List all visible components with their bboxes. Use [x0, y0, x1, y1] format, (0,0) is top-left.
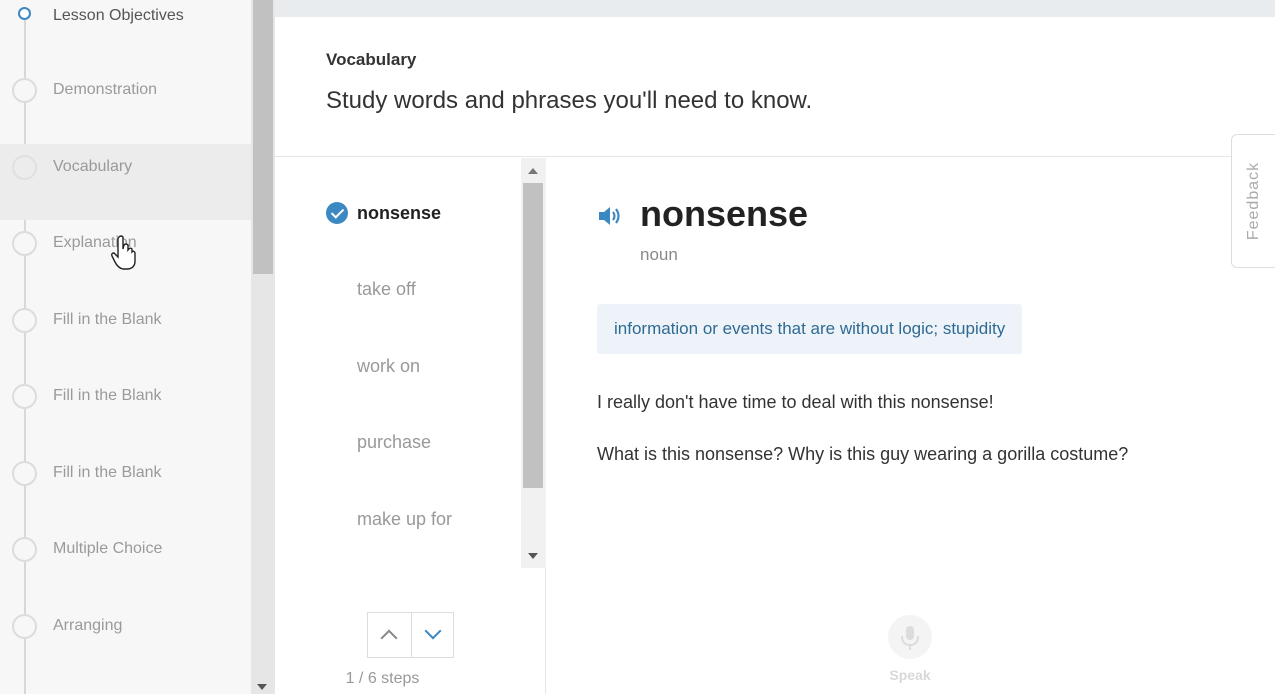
word-item-nonsense[interactable]: nonsense — [275, 158, 521, 234]
sidebar-item-fill-in-the-blank-1[interactable]: Fill in the Blank — [0, 308, 251, 384]
word-item-purchase[interactable]: purchase — [275, 387, 521, 463]
steps-counter-text: 1 / 6 steps — [345, 670, 420, 687]
word-label: take off — [357, 279, 416, 299]
speak-button[interactable]: Speak — [887, 615, 933, 683]
word-list-scrollbar[interactable] — [521, 158, 546, 568]
step-circle-icon — [12, 231, 37, 256]
word-item-take-off[interactable]: take off — [275, 234, 521, 310]
feedback-label: Feedback — [1244, 161, 1262, 241]
step-circle-icon — [12, 78, 37, 103]
word-label: purchase — [357, 432, 432, 452]
word-detail-panel: nonsense noun information or events that… — [547, 158, 1275, 694]
step-circle-icon — [12, 614, 37, 639]
activity-header: Vocabulary Study words and phrases you'l… — [275, 17, 1275, 157]
step-circle-icon — [12, 384, 37, 409]
sidebar-item-label: Fill in the Blank — [53, 387, 162, 404]
word-item-work-on[interactable]: work on — [275, 311, 521, 387]
headword: nonsense — [640, 193, 809, 234]
section-title: Vocabulary — [326, 50, 417, 69]
sidebar-item-multiple-choice[interactable]: Multiple Choice — [0, 537, 251, 613]
next-word-button[interactable] — [410, 613, 454, 657]
current-step-indicator-icon — [18, 7, 31, 20]
steps-counter: 1 / 6 steps — [275, 670, 546, 688]
example-sentence: What is this nonsense? Why is this guy w… — [597, 444, 1129, 464]
example-sentence: I really don't have time to deal with th… — [597, 392, 994, 412]
lesson-sidebar: Lesson Objectives Demonstration Vocabula… — [0, 0, 251, 694]
scroll-down-arrow-icon[interactable] — [257, 684, 267, 690]
main-panel: Vocabulary Study words and phrases you'l… — [275, 17, 1275, 694]
sidebar-item-demonstration[interactable]: Demonstration — [0, 78, 251, 154]
check-circle-icon — [326, 202, 348, 224]
sidebar-item-label: Arranging — [53, 617, 123, 634]
sidebar-item-explanation[interactable]: Explanation — [0, 231, 251, 307]
app-window: Lesson Objectives Demonstration Vocabula… — [0, 0, 1275, 694]
word-label: make up for — [357, 509, 453, 529]
page-title: Study words and phrases you'll need to k… — [326, 87, 813, 114]
sidebar-item-lesson-objectives[interactable]: Lesson Objectives — [0, 7, 251, 83]
sidebar-item-vocabulary[interactable]: Vocabulary — [0, 144, 251, 220]
sidebar-item-arranging[interactable]: Arranging — [0, 614, 251, 690]
definition-box: information or events that are without l… — [597, 304, 1023, 354]
step-circle-icon — [12, 308, 37, 333]
step-circle-icon — [12, 461, 37, 486]
scroll-down-arrow-icon[interactable] — [528, 553, 538, 559]
step-circle-icon — [12, 537, 37, 562]
sidebar-item-label: Lesson Objectives — [53, 7, 184, 24]
sidebar-item-label: Fill in the Blank — [53, 311, 162, 328]
sidebar-item-fill-in-the-blank-2[interactable]: Fill in the Blank — [0, 384, 251, 460]
sidebar-scrollbar[interactable] — [251, 0, 275, 694]
sidebar-item-fill-in-the-blank-3[interactable]: Fill in the Blank — [0, 461, 251, 537]
word-label: work on — [357, 356, 421, 376]
part-of-speech: noun — [640, 245, 678, 264]
previous-word-button[interactable] — [368, 613, 411, 657]
chevron-up-icon — [380, 629, 398, 647]
word-label: nonsense — [357, 203, 442, 223]
sidebar-item-label: Demonstration — [53, 81, 158, 98]
top-strip — [275, 0, 1275, 17]
sidebar-scrollbar-thumb[interactable] — [253, 0, 273, 274]
scroll-up-arrow-icon[interactable] — [528, 168, 538, 174]
feedback-tab[interactable]: Feedback — [1231, 134, 1275, 268]
microphone-icon — [888, 615, 932, 659]
sidebar-item-label: Explanation — [53, 234, 137, 251]
word-item-make-up-for[interactable]: make up for — [275, 464, 521, 540]
chevron-down-icon — [424, 622, 441, 640]
word-list-scrollbar-thumb[interactable] — [523, 183, 543, 488]
speak-label: Speak — [889, 667, 931, 683]
sidebar-item-label: Multiple Choice — [53, 540, 163, 557]
sidebar-item-label: Fill in the Blank — [53, 464, 162, 481]
sidebar-item-label: Vocabulary — [53, 158, 133, 175]
speaker-icon[interactable] — [597, 204, 623, 228]
step-circle-icon — [12, 155, 37, 180]
vocabulary-word-list: nonsense take off work on purchase make … — [275, 158, 546, 694]
word-navigation — [367, 612, 454, 658]
